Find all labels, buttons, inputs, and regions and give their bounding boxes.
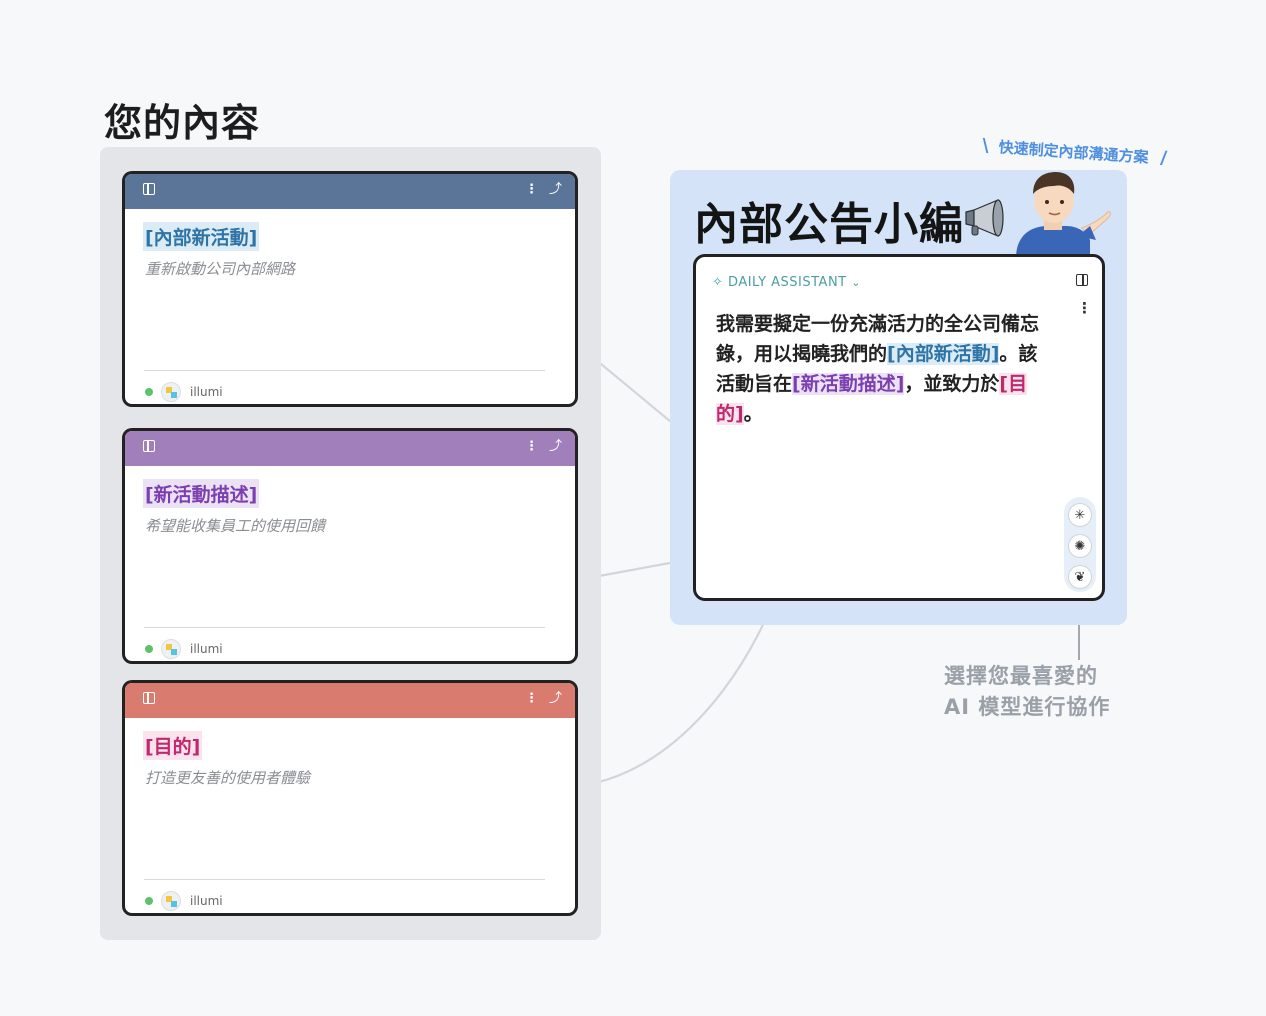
user-name: illumi [190,385,223,399]
caption-line: 選擇您最喜愛的 [944,664,1098,688]
claude-icon[interactable]: ✳ [1068,503,1092,527]
more-options-icon[interactable]: ⋮ [525,440,538,454]
status-dot [145,645,153,653]
assistant-dropdown[interactable]: ✧ DAILY ASSISTANT ⌄ [712,275,861,290]
avatar [161,639,181,659]
content-card[interactable]: ⋮ ⤴ [內部新活動] 重新啟動公司內部網路 illumi [122,171,578,407]
content-card[interactable]: ⋮ ⤴ [新活動描述] 希望能收集員工的使用回饋 illumi [122,428,578,664]
more-options-icon[interactable]: ⋮ [1077,299,1092,317]
prompt-text-part: 。 [743,403,763,425]
megaphone-icon [965,199,1004,237]
sparkle-icon: ✧ [712,275,724,290]
card-header: ⋮ ⤴ [125,174,575,209]
panel-toggle-icon[interactable] [1076,274,1088,286]
status-dot [145,388,153,396]
card-footer: illumi [145,380,223,404]
content-panel: ⋮ ⤴ [內部新活動] 重新啟動公司內部網路 illumi ⋮ ⤴ [新活動描述… [100,147,601,940]
prompt-text-part: ，並致力於 [904,373,1000,395]
avatar [161,891,181,911]
user-name: illumi [190,894,223,908]
card-tag: [內部新活動] [143,222,260,251]
prompt-tag-activity: [內部新活動] [887,343,1000,365]
chevron-down-icon: ⌄ [851,276,861,289]
card-description: 打造更友善的使用者體驗 [145,769,311,787]
more-options-icon[interactable]: ⋮ [525,183,538,197]
connect-icon[interactable]: ⤴ [549,183,562,197]
assistant-title: 內部公告小編 [694,199,964,250]
card-description: 重新啟動公司內部網路 [145,260,296,278]
deepseek-icon[interactable]: ❦ [1068,565,1092,589]
model-selector: ✳ ✺ ❦ [1064,497,1096,592]
assistant-card[interactable]: ✧ DAILY ASSISTANT ⌄ ⋮ 我需要擬定一份充滿活力的全公司備忘錄… [693,254,1105,601]
avatar [161,382,181,402]
panel-toggle-icon[interactable] [143,440,155,456]
prompt-text: 我需要擬定一份充滿活力的全公司備忘錄，用以揭曉我們的[內部新活動]。該活動旨在[… [716,309,1056,429]
panel-toggle-icon[interactable] [143,692,155,708]
connect-icon[interactable]: ⤴ [549,440,562,454]
content-card[interactable]: ⋮ ⤴ [目的] 打造更友善的使用者體驗 illumi [122,680,578,916]
card-tag: [目的] [143,731,203,760]
prompt-tag-description: [新活動描述] [792,373,905,395]
model-caption: 選擇您最喜愛的 AI 模型進行協作 [944,661,1110,723]
card-description: 希望能收集員工的使用回饋 [145,517,326,535]
openai-icon[interactable]: ✺ [1068,534,1092,558]
more-options-icon[interactable]: ⋮ [525,692,538,706]
connect-icon[interactable]: ⤴ [549,692,562,706]
card-footer: illumi [145,637,223,661]
divider [144,879,545,880]
section-title: 您的內容 [104,101,261,145]
card-footer: illumi [145,889,223,913]
divider [144,627,545,628]
caption-line: AI 模型進行協作 [944,695,1111,719]
panel-toggle-icon[interactable] [143,183,155,199]
tag-slash-left: \ [981,135,990,157]
user-name: illumi [190,642,223,656]
assistant-label: DAILY ASSISTANT [728,275,847,290]
divider [144,370,545,371]
person-tipping-hand-icon [1016,172,1111,258]
card-tag: [新活動描述] [143,479,260,508]
card-header: ⋮ ⤴ [125,431,575,466]
card-header: ⋮ ⤴ [125,683,575,718]
status-dot [145,897,153,905]
